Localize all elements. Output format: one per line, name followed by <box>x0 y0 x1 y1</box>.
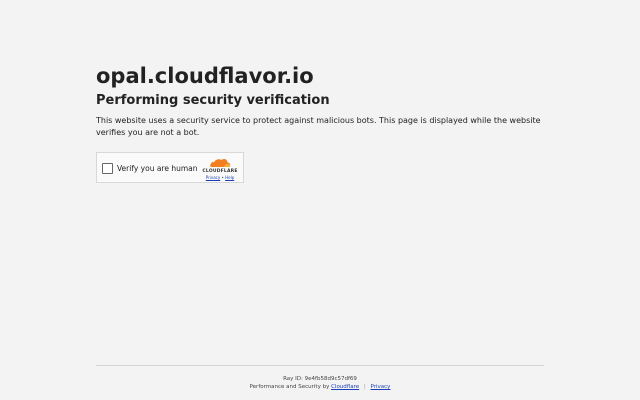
widget-privacy-link[interactable]: Privacy <box>206 175 220 180</box>
site-domain-title: opal.cloudflavor.io <box>96 64 314 88</box>
verify-checkbox[interactable] <box>102 163 113 174</box>
verification-description: This website uses a security service to … <box>96 116 541 137</box>
turnstile-widget: Verify you are human CLOUDFLARE Privacy … <box>96 152 244 183</box>
cloudflare-logo-icon <box>210 158 231 167</box>
main-content: opal.cloudflavor.io Performing security … <box>96 62 546 139</box>
performance-text: Performance and Security by <box>249 384 330 390</box>
verify-label: Verify you are human <box>117 164 198 173</box>
footer-privacy-link[interactable]: Privacy <box>371 384 391 390</box>
ray-id: Ray ID: 9e4fb58d9c57df69 <box>283 376 357 382</box>
cloudflare-brand: CLOUDFLARE Privacy • Help <box>200 157 240 181</box>
widget-link-separator: • <box>221 175 224 180</box>
widget-help-link[interactable]: Help <box>225 175 234 180</box>
verification-heading: Performing security verification <box>96 93 330 108</box>
page-footer: Ray ID: 9e4fb58d9c57df69 Performance and… <box>96 365 544 391</box>
footer-credits: Performance and Security by Cloudflare |… <box>96 383 544 391</box>
widget-links: Privacy • Help <box>200 175 240 181</box>
footer-cloudflare-link[interactable]: Cloudflare <box>331 384 359 390</box>
footer-separator: | <box>363 384 366 390</box>
